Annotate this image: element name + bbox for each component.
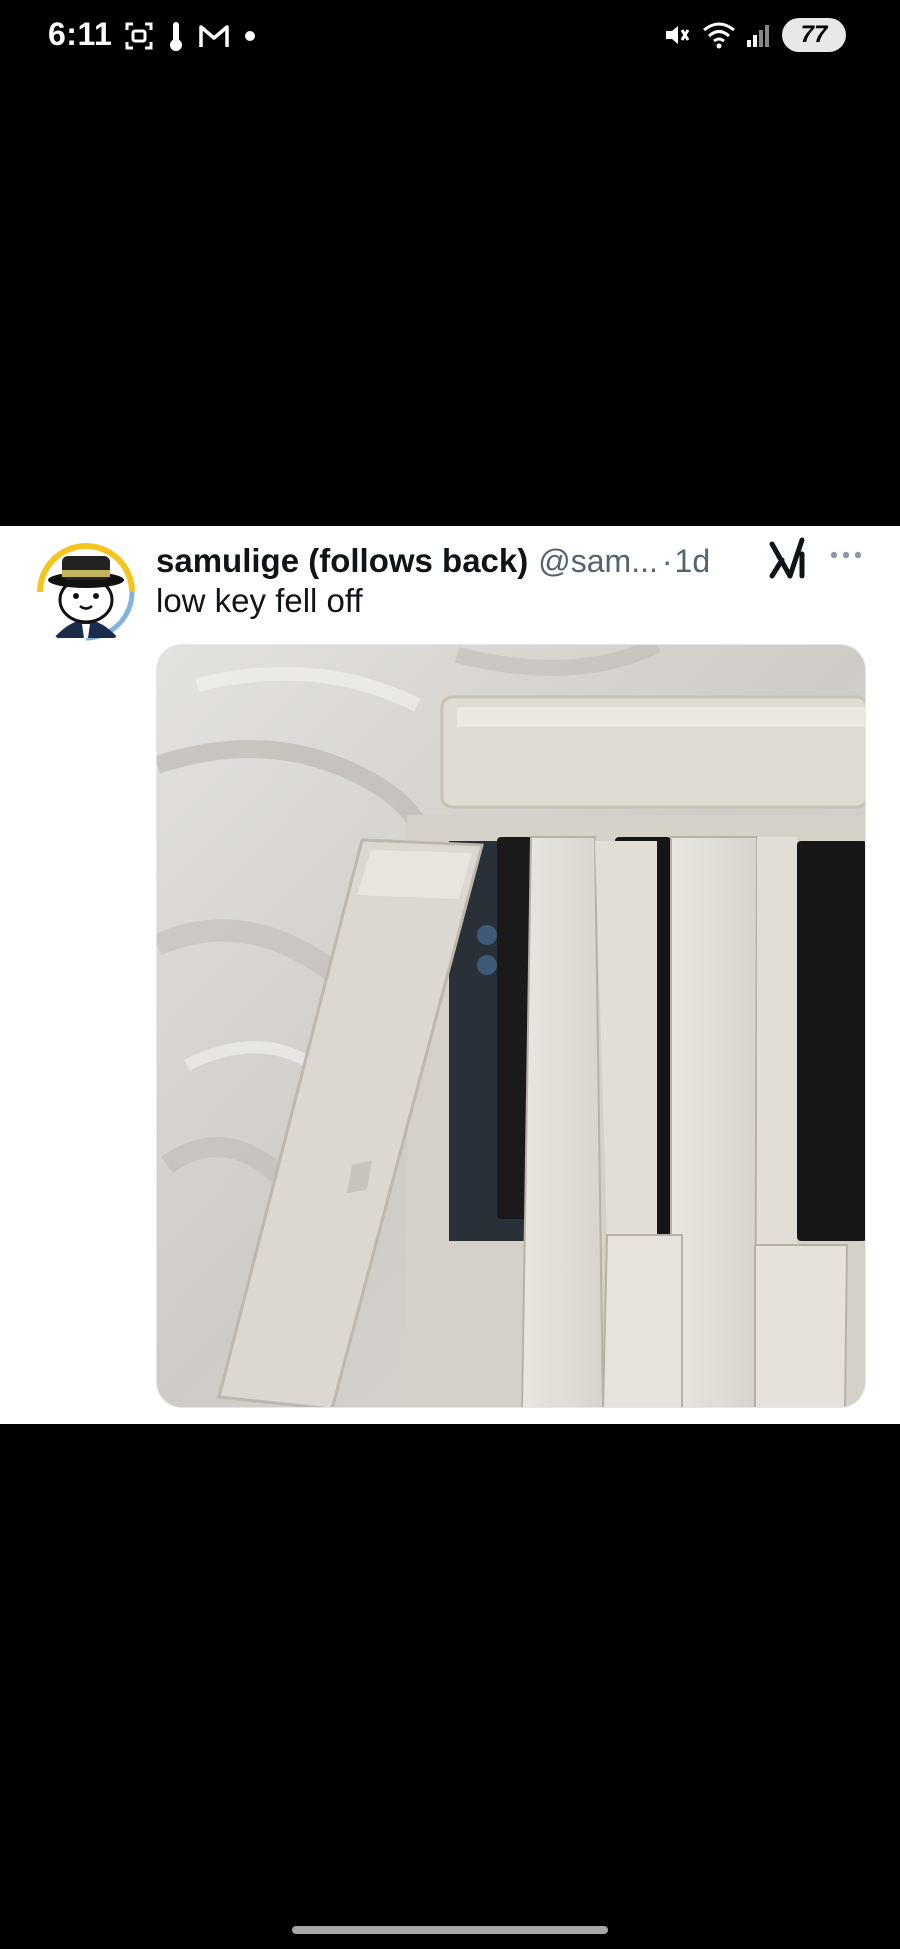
status-bar: 6:11 77	[0, 0, 900, 76]
notification-dot-icon	[245, 31, 255, 41]
tweet-media[interactable]	[156, 644, 866, 1408]
tweet-card[interactable]: samulige (follows back) @sam... · 1d low…	[0, 526, 900, 1424]
wifi-icon	[703, 22, 735, 49]
handle[interactable]: @sam...	[538, 543, 658, 580]
signal-icon	[747, 25, 769, 47]
vibrate-mute-icon	[666, 26, 690, 44]
display-name[interactable]: samulige (follows back)	[156, 542, 528, 580]
home-indicator[interactable]	[292, 1926, 608, 1934]
thermometer-icon	[170, 22, 182, 51]
tweet-text: low key fell off	[156, 582, 363, 619]
screenshot-icon	[125, 22, 153, 50]
grok-icon[interactable]	[768, 536, 810, 580]
piano-photo	[157, 645, 865, 1407]
more-options-icon[interactable]	[828, 540, 864, 570]
timestamp[interactable]: 1d	[675, 543, 711, 580]
separator: ·	[661, 542, 673, 579]
gmail-icon	[199, 25, 229, 47]
avatar-image	[34, 540, 138, 644]
avatar[interactable]	[32, 538, 140, 646]
status-time: 6:11	[48, 16, 113, 52]
battery-indicator: 77	[782, 18, 846, 52]
status-right-icons: 77	[662, 18, 846, 52]
status-left-icons	[124, 20, 256, 52]
battery-level: 77	[800, 21, 828, 48]
